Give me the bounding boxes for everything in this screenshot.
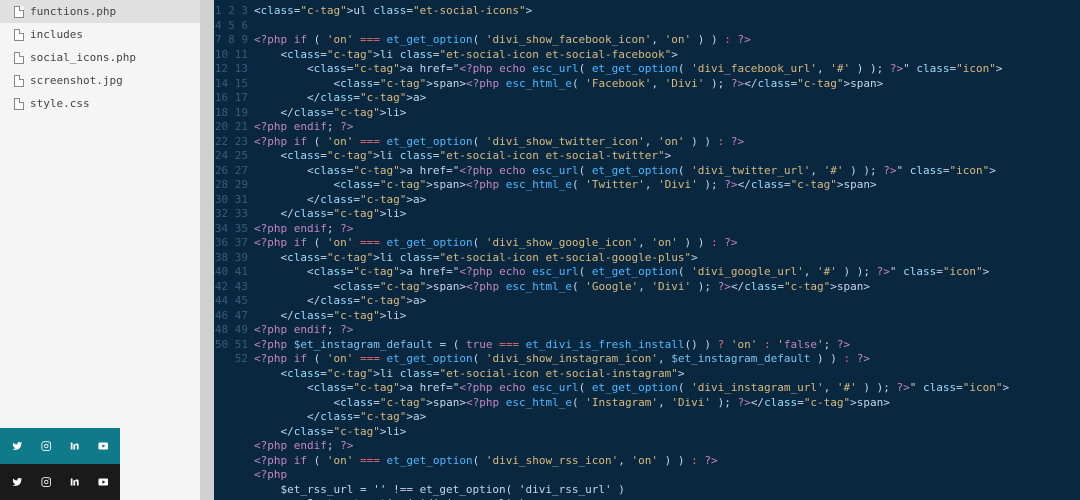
file-list: functions.php includes social_icons.php …: [0, 0, 200, 500]
file-name: social_icons.php: [30, 51, 136, 64]
youtube-icon: [98, 474, 109, 490]
youtube-icon: [98, 438, 109, 454]
social-bar-teal: [0, 428, 120, 464]
linkedin-icon: [69, 438, 80, 454]
file-name: functions.php: [30, 5, 116, 18]
line-number-gutter: 1 2 3 4 5 6 7 8 9 10 11 12 13 14 15 16 1…: [214, 0, 254, 500]
file-icon: [14, 75, 24, 87]
social-bar-dark: [0, 464, 120, 500]
file-name: screenshot.jpg: [30, 74, 123, 87]
file-name: includes: [30, 28, 83, 41]
file-item[interactable]: social_icons.php: [0, 46, 200, 69]
folder-icon: [14, 29, 24, 41]
file-icon: [14, 52, 24, 64]
instagram-icon: [41, 438, 52, 454]
file-item[interactable]: includes: [0, 23, 200, 46]
file-item[interactable]: style.css: [0, 92, 200, 115]
file-explorer-sidebar: functions.php includes social_icons.php …: [0, 0, 200, 500]
instagram-icon: [41, 474, 52, 490]
code-editor[interactable]: 1 2 3 4 5 6 7 8 9 10 11 12 13 14 15 16 1…: [214, 0, 1080, 500]
twitter-icon: [12, 474, 23, 490]
file-item[interactable]: functions.php: [0, 0, 200, 23]
panel-divider[interactable]: [200, 0, 214, 500]
social-preview: [0, 428, 120, 500]
linkedin-icon: [69, 474, 80, 490]
twitter-icon: [12, 438, 23, 454]
file-icon: [14, 98, 24, 110]
file-icon: [14, 6, 24, 18]
file-item[interactable]: screenshot.jpg: [0, 69, 200, 92]
code-area[interactable]: <class="c-tag">ul class="et-social-icons…: [254, 0, 1080, 500]
file-name: style.css: [30, 97, 90, 110]
